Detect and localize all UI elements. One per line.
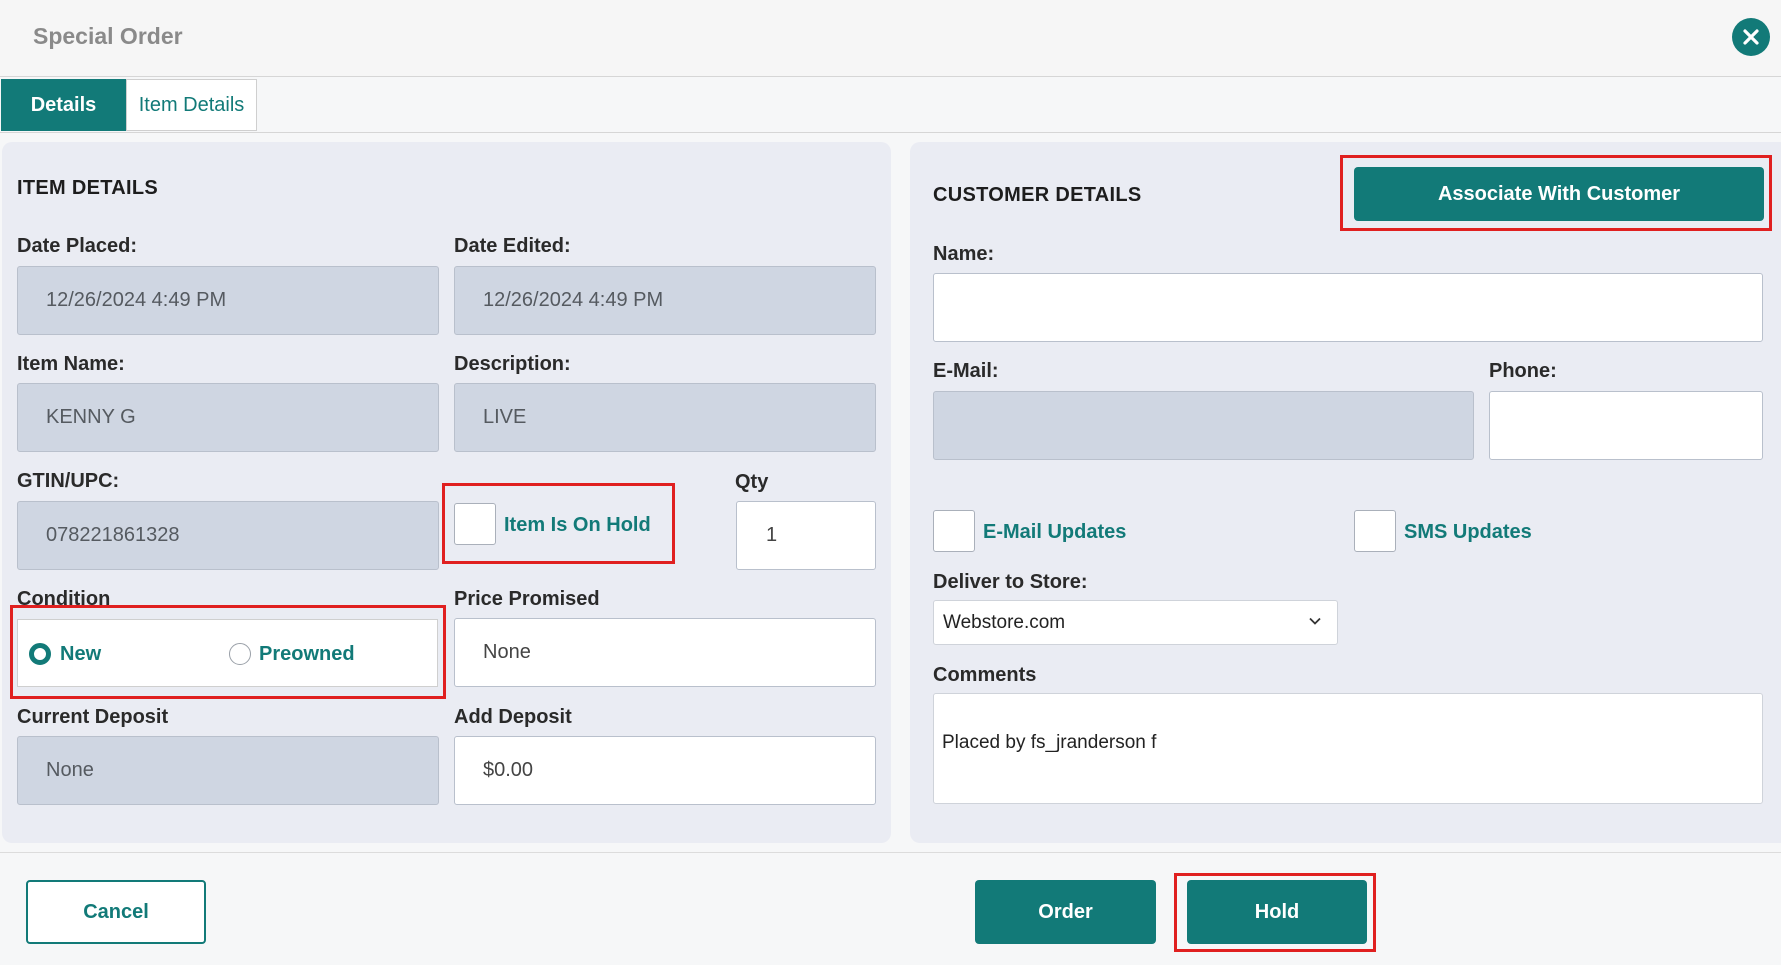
dialog-title: Special Order	[33, 23, 183, 49]
name-text-input[interactable]	[962, 296, 1762, 319]
dialog-header: Special Order	[0, 0, 1781, 77]
phone-input[interactable]	[1489, 391, 1763, 460]
cancel-button[interactable]: Cancel	[26, 880, 206, 944]
chevron-down-icon	[1309, 617, 1321, 625]
email-updates-checkbox[interactable]	[933, 510, 975, 552]
gtin-field: 078221861328	[17, 501, 439, 570]
tab-item-details[interactable]: Item Details	[126, 79, 257, 131]
tab-details[interactable]: Details	[1, 79, 126, 131]
close-button[interactable]	[1732, 18, 1770, 56]
footer-divider	[0, 852, 1781, 853]
email-field	[933, 391, 1474, 460]
price-promised-label: Price Promised	[454, 588, 600, 610]
item-name-label: Item Name:	[17, 353, 125, 375]
item-name-value: KENNY G	[46, 406, 136, 428]
gtin-value: 078221861328	[46, 524, 180, 546]
date-placed-field: 12/26/2024 4:49 PM	[17, 266, 439, 335]
deliver-to-store-value: Webstore.com	[943, 611, 1066, 633]
name-input[interactable]	[933, 273, 1763, 342]
condition-label: Condition	[17, 588, 111, 610]
price-promised-value: None	[483, 641, 531, 663]
condition-preowned-label[interactable]: Preowned	[259, 643, 355, 666]
item-on-hold-checkbox[interactable]	[454, 503, 496, 545]
special-order-dialog: Special Order Details Item Details ITEM …	[0, 0, 1781, 965]
add-deposit-input[interactable]: $0.00	[454, 736, 876, 805]
phone-label: Phone:	[1489, 360, 1557, 382]
price-promised-input[interactable]: None	[454, 618, 876, 687]
phone-text-input[interactable]	[1518, 414, 1762, 437]
date-placed-value: 12/26/2024 4:49 PM	[46, 289, 227, 311]
date-edited-field: 12/26/2024 4:49 PM	[454, 266, 876, 335]
close-icon	[1743, 29, 1759, 45]
qty-value: 1	[766, 524, 778, 546]
tab-bar: Details Item Details	[0, 78, 1781, 133]
qty-input[interactable]: 1	[736, 501, 876, 570]
condition-radio-group: New Preowned	[17, 619, 438, 687]
order-button[interactable]: Order	[975, 880, 1156, 944]
name-label: Name:	[933, 243, 995, 265]
date-edited-label: Date Edited:	[454, 235, 571, 257]
condition-new-radio[interactable]	[29, 643, 51, 665]
date-placed-label: Date Placed:	[17, 235, 138, 257]
add-deposit-label: Add Deposit	[454, 706, 572, 728]
comments-value: Placed by fs_jranderson f	[942, 732, 1157, 753]
description-label: Description:	[454, 353, 571, 375]
condition-new-label[interactable]: New	[60, 643, 101, 666]
hold-button[interactable]: Hold	[1187, 880, 1367, 944]
comments-label: Comments	[933, 664, 1037, 686]
deliver-to-store-select[interactable]: Webstore.com	[933, 600, 1338, 645]
date-edited-value: 12/26/2024 4:49 PM	[483, 289, 664, 311]
comments-textarea[interactable]: Placed by fs_jranderson f	[933, 693, 1763, 804]
current-deposit-value: None	[46, 759, 94, 781]
item-details-heading: ITEM DETAILS	[17, 177, 159, 199]
associate-with-customer-button[interactable]: Associate With Customer	[1354, 167, 1764, 221]
email-label: E-Mail:	[933, 360, 999, 382]
current-deposit-label: Current Deposit	[17, 706, 169, 728]
sms-updates-checkbox[interactable]	[1354, 510, 1396, 552]
description-value: LIVE	[483, 406, 527, 428]
sms-updates-label[interactable]: SMS Updates	[1404, 521, 1532, 544]
deliver-to-store-label: Deliver to Store:	[933, 571, 1088, 593]
add-deposit-value: $0.00	[483, 759, 534, 781]
gtin-label: GTIN/UPC:	[17, 470, 120, 492]
email-updates-label[interactable]: E-Mail Updates	[983, 521, 1126, 544]
customer-details-heading: CUSTOMER DETAILS	[933, 184, 1142, 206]
current-deposit-field: None	[17, 736, 439, 805]
qty-label: Qty	[735, 471, 769, 493]
item-on-hold-label[interactable]: Item Is On Hold	[504, 514, 651, 537]
description-field: LIVE	[454, 383, 876, 452]
item-name-field: KENNY G	[17, 383, 439, 452]
condition-preowned-radio[interactable]	[229, 643, 251, 665]
